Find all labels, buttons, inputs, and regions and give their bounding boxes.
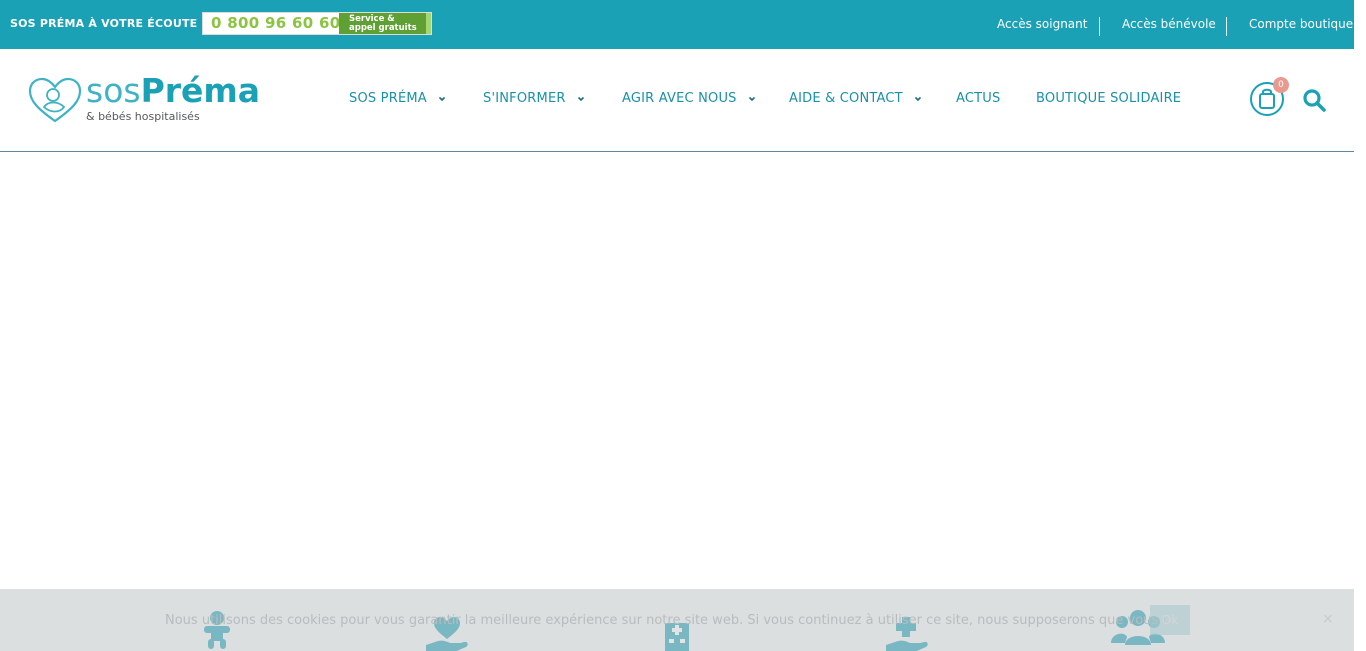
nav-label: SOS PRÉMA [349,91,427,106]
nav-aide-contact[interactable]: AIDE & CONTACT [789,91,923,106]
nav-actus[interactable]: ACTUS [956,91,1000,106]
nav-boutique-solidaire[interactable]: BOUTIQUE SOLIDAIRE [1036,91,1181,106]
volunteer-access-link[interactable]: Accès bénévole [1122,17,1216,31]
nav-label: S'INFORMER [483,91,566,106]
nav-label: AIDE & CONTACT [789,91,903,106]
caregiver-access-link[interactable]: Accès soignant [997,17,1087,31]
main-content [0,152,1354,589]
nav-s-informer[interactable]: S'INFORMER [483,91,586,106]
nav-label: BOUTIQUE SOLIDAIRE [1036,91,1182,106]
chevron-down-icon [748,96,755,101]
heart-baby-logo-icon [28,77,82,123]
scrollbar[interactable] [1354,0,1366,651]
hotline-label: SOS PRÉMA À VOTRE ÉCOUTE : [10,17,207,30]
logo-wordmark: sosPréma [86,71,260,111]
cookie-banner: Nous utilisons des cookies pour vous gar… [0,589,1354,651]
logo-word-prema: Préma [140,71,261,110]
nav-sos-prema[interactable]: SOS PRÉMA [349,91,447,106]
chevron-down-icon [914,96,921,101]
top-link-divider [1099,17,1100,36]
logo-tagline: & bébés hospitalisés [86,110,200,123]
phone-number: 0 800 96 60 60 [211,14,341,32]
cookie-message: Nous utilisons des cookies pour vous gar… [165,613,1165,628]
site-logo[interactable]: sosPréma & bébés hospitalisés [28,71,260,125]
shop-account-link[interactable]: Compte boutique [1249,17,1353,31]
logo-word-sos: sos [86,71,141,110]
phone-note: Service & appel gratuits [339,13,431,34]
search-icon[interactable] [1301,87,1327,113]
site-header: sosPréma & bébés hospitalisés SOS PRÉMA … [0,49,1354,152]
nav-label: AGIR AVEC NOUS [622,91,737,106]
top-bar: SOS PRÉMA À VOTRE ÉCOUTE : 0 800 96 60 6… [0,0,1354,49]
chevron-down-icon [438,96,445,101]
chevron-down-icon [577,96,584,101]
cart-count-badge: 0 [1273,77,1289,93]
hotline-phone-badge[interactable]: 0 800 96 60 60 Service & appel gratuits [202,12,432,35]
nav-agir-avec-nous[interactable]: AGIR AVEC NOUS [622,91,757,106]
cookie-ok-button[interactable]: Ok [1150,605,1190,635]
top-link-divider [1226,17,1227,36]
cookie-close-icon[interactable]: × [1322,611,1334,627]
nav-label: ACTUS [956,91,1001,106]
